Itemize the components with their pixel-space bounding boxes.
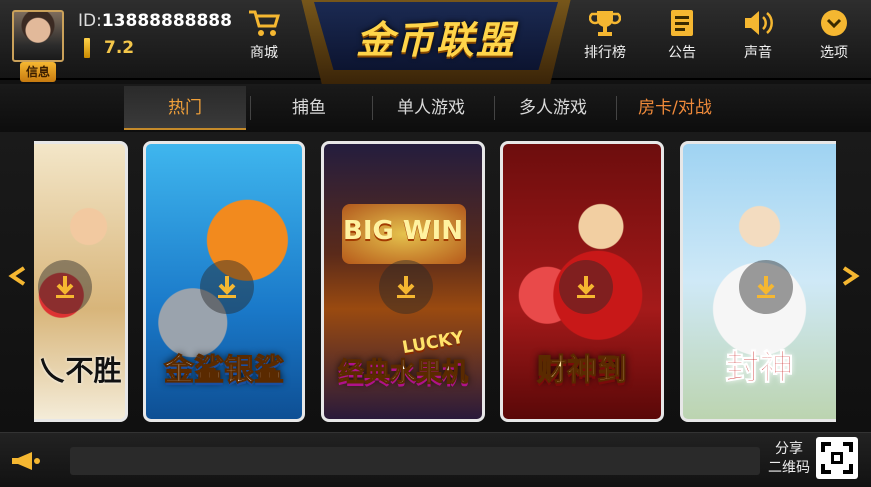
tab-single-player[interactable]: 单人游戏 (372, 86, 490, 130)
big-win-text: BIG WIN (343, 216, 463, 246)
notice-icon (665, 8, 699, 38)
logo-panel: 金币联盟 (314, 2, 558, 70)
tab-hot[interactable]: 热门 (124, 86, 246, 130)
announcement-marquee (70, 447, 760, 475)
trophy-icon (588, 8, 622, 38)
carousel-right-arrow[interactable] (838, 266, 862, 286)
announcement-horn-icon (10, 450, 42, 472)
game-card-2[interactable]: 金鲨银鲨 (143, 141, 305, 422)
game-card-5[interactable]: 封神 (680, 141, 836, 422)
tab-fishing[interactable]: 捕鱼 (250, 86, 368, 130)
options-label: 选项 (820, 45, 848, 61)
sound-button[interactable]: 声音 (728, 8, 788, 70)
share-qr-label[interactable]: 分享 二维码 (762, 440, 816, 478)
shop-button[interactable]: 商城 (238, 8, 290, 70)
sound-label: 声音 (744, 45, 772, 61)
logo-frame: 金币联盟 (300, 0, 572, 84)
tab-multiplayer[interactable]: 多人游戏 (494, 86, 612, 130)
notice-label: 公告 (668, 45, 696, 61)
download-icon (38, 260, 92, 314)
download-icon (559, 260, 613, 314)
qr-code-button[interactable] (816, 437, 858, 479)
share-label: 分享 (775, 441, 803, 457)
notice-button[interactable]: 公告 (652, 8, 712, 70)
tab-room-card[interactable]: 房卡/对战 (616, 86, 734, 130)
game-title: 乀不胜 (37, 354, 122, 387)
shop-label: 商城 (250, 45, 278, 61)
leaderboard-button[interactable]: 排行榜 (575, 8, 635, 70)
info-badge[interactable]: 信息 (20, 62, 56, 82)
user-id-value: 13888888888 (101, 11, 232, 31)
download-icon (739, 260, 793, 314)
coin-icon (84, 38, 90, 58)
game-title: 经典水果机 (337, 358, 468, 389)
game-card-4[interactable]: 财神到 (500, 141, 664, 422)
game-title: 金鲨银鲨 (164, 353, 285, 389)
game-card-1[interactable]: 乀不胜 (34, 141, 128, 422)
leaderboard-label: 排行榜 (584, 45, 626, 61)
options-icon (817, 8, 851, 38)
options-button[interactable]: 选项 (804, 8, 864, 70)
qr-label: 二维码 (768, 460, 810, 476)
download-icon (200, 260, 254, 314)
logo-title: 金币联盟 (355, 17, 516, 62)
user-id: ID:13888888888 (78, 11, 232, 31)
speaker-icon (741, 8, 775, 38)
user-id-prefix: ID: (78, 11, 102, 31)
cart-icon (247, 8, 281, 38)
qr-code-icon (819, 440, 855, 476)
avatar[interactable] (12, 10, 64, 62)
carousel-left-arrow[interactable] (6, 266, 30, 286)
game-title: 财神到 (537, 353, 628, 389)
download-icon (379, 260, 433, 314)
game-card-3[interactable]: BIG WIN LUCKY 经典水果机 (321, 141, 485, 422)
coin-balance: 7.2 (104, 38, 135, 58)
game-title: 封神 (725, 348, 794, 389)
